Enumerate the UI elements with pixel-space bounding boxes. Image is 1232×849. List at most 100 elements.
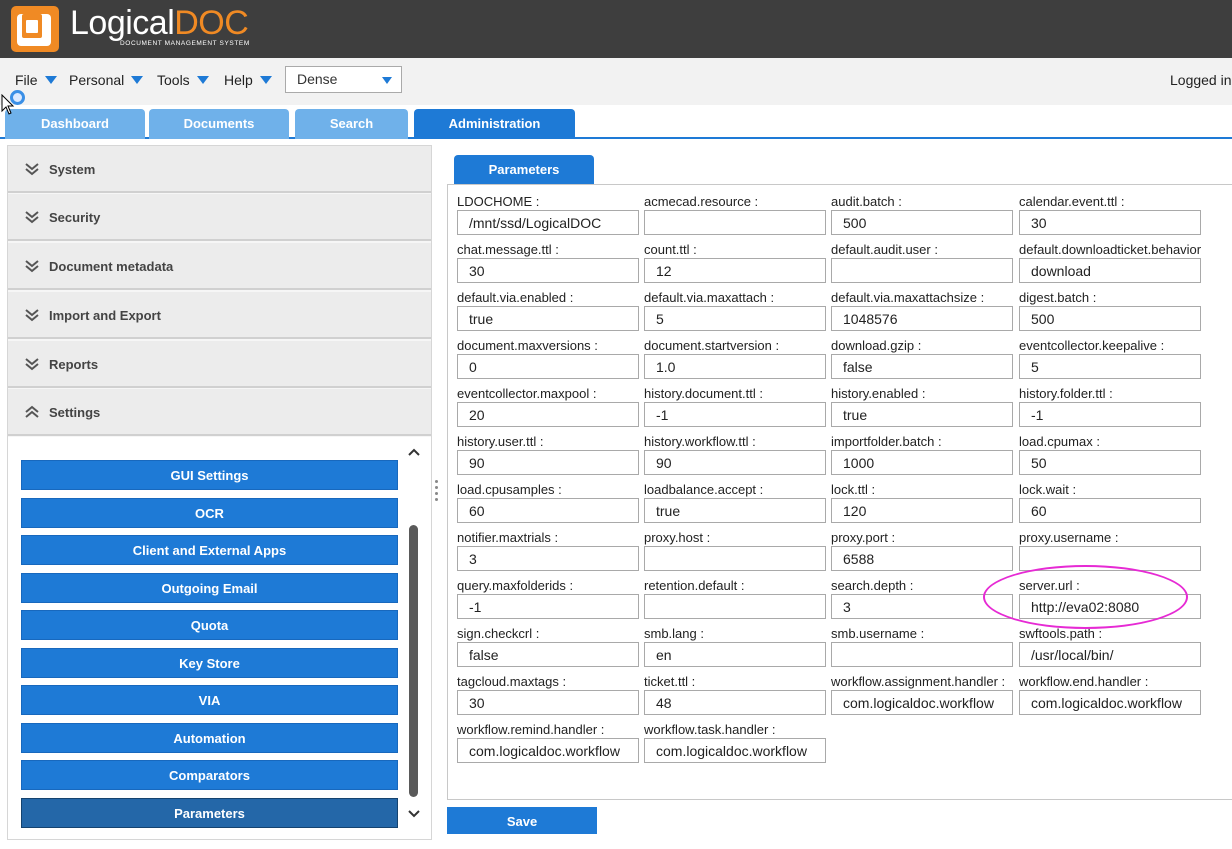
- param-label: proxy.host :: [644, 530, 711, 545]
- param-input[interactable]: [831, 258, 1013, 283]
- param-input[interactable]: 3: [831, 594, 1013, 619]
- section-reports[interactable]: Reports: [8, 341, 431, 388]
- param-input[interactable]: [1019, 546, 1201, 571]
- settings-item-client-external-apps[interactable]: Client and External Apps: [21, 535, 398, 565]
- param-field-acmecad-resource: acmecad.resource :: [644, 194, 826, 235]
- param-input[interactable]: [644, 594, 826, 619]
- settings-item-outgoing-email[interactable]: Outgoing Email: [21, 573, 398, 603]
- param-input[interactable]: [831, 642, 1013, 667]
- param-input[interactable]: com.logicaldoc.workflow: [831, 690, 1013, 715]
- param-input[interactable]: 6588: [831, 546, 1013, 571]
- param-input[interactable]: 90: [457, 450, 639, 475]
- param-input[interactable]: true: [831, 402, 1013, 427]
- scroll-up-icon[interactable]: [408, 447, 420, 457]
- menu-tools[interactable]: Tools: [157, 72, 209, 88]
- tab-documents[interactable]: Documents: [149, 109, 289, 139]
- param-input[interactable]: 60: [457, 498, 639, 523]
- param-field-swftools-path: swftools.path :/usr/local/bin/: [1019, 626, 1201, 667]
- param-label: audit.batch :: [831, 194, 902, 209]
- param-label: retention.default :: [644, 578, 745, 593]
- param-input[interactable]: [644, 210, 826, 235]
- settings-item-parameters[interactable]: Parameters: [21, 798, 398, 828]
- param-label: history.workflow.ttl :: [644, 434, 756, 449]
- param-input[interactable]: 48: [644, 690, 826, 715]
- param-input[interactable]: -1: [457, 594, 639, 619]
- settings-item-automation[interactable]: Automation: [21, 723, 398, 753]
- settings-item-via[interactable]: VIA: [21, 685, 398, 715]
- param-field-default-via-maxattachsize: default.via.maxattachsize :1048576: [831, 290, 1013, 331]
- tab-dashboard[interactable]: Dashboard: [5, 109, 145, 139]
- param-label: lock.ttl :: [831, 482, 876, 497]
- section-document-metadata[interactable]: Document metadata: [8, 243, 431, 290]
- chevron-down-icon: [44, 76, 57, 84]
- settings-item-comparators[interactable]: Comparators: [21, 760, 398, 790]
- settings-list: GUI Settings OCR Client and External App…: [8, 437, 431, 839]
- section-import-export[interactable]: Import and Export: [8, 292, 431, 339]
- menu-help[interactable]: Help: [224, 72, 272, 88]
- param-input[interactable]: 20: [457, 402, 639, 427]
- section-security[interactable]: Security: [8, 194, 431, 241]
- param-field-proxy-host: proxy.host :: [644, 530, 826, 571]
- param-input[interactable]: 60: [1019, 498, 1201, 523]
- save-button[interactable]: Save: [447, 807, 597, 834]
- settings-item-ocr[interactable]: OCR: [21, 498, 398, 528]
- param-field-digest-batch: digest.batch :500: [1019, 290, 1201, 331]
- settings-item-quota[interactable]: Quota: [21, 610, 398, 640]
- tab-search[interactable]: Search: [295, 109, 408, 139]
- param-input[interactable]: 3: [457, 546, 639, 571]
- param-field-eventcollector-maxpool: eventcollector.maxpool :20: [457, 386, 639, 427]
- param-input[interactable]: true: [457, 306, 639, 331]
- section-system[interactable]: System: [8, 146, 431, 193]
- settings-item-key-store[interactable]: Key Store: [21, 648, 398, 678]
- param-input[interactable]: 1.0: [644, 354, 826, 379]
- param-label: history.enabled :: [831, 386, 926, 401]
- param-input[interactable]: 12: [644, 258, 826, 283]
- param-label: workflow.assignment.handler :: [831, 674, 1006, 689]
- param-input[interactable]: 0: [457, 354, 639, 379]
- settings-scrollbar[interactable]: [406, 447, 422, 831]
- param-input[interactable]: -1: [1019, 402, 1201, 427]
- main-tabbar: Dashboard Documents Search Administratio…: [0, 105, 1232, 139]
- param-field-smb-username: smb.username :: [831, 626, 1013, 667]
- param-input[interactable]: 90: [644, 450, 826, 475]
- param-input[interactable]: 30: [457, 258, 639, 283]
- param-input[interactable]: en: [644, 642, 826, 667]
- param-label: proxy.username :: [1019, 530, 1119, 545]
- param-input[interactable]: -1: [644, 402, 826, 427]
- param-label: document.maxversions :: [457, 338, 598, 353]
- param-field-query-maxfolderids: query.maxfolderids : -1: [457, 578, 639, 619]
- param-input[interactable]: 120: [831, 498, 1013, 523]
- param-input[interactable]: com.logicaldoc.workflow: [1019, 690, 1201, 715]
- param-input[interactable]: download: [1019, 258, 1201, 283]
- param-input[interactable]: 30: [457, 690, 639, 715]
- param-input[interactable]: com.logicaldoc.workflow: [457, 738, 639, 763]
- param-input[interactable]: http://eva02:8080: [1019, 594, 1201, 619]
- param-field-proxy-username: proxy.username :: [1019, 530, 1201, 571]
- param-input[interactable]: 500: [1019, 306, 1201, 331]
- param-input[interactable]: 30: [1019, 210, 1201, 235]
- param-input[interactable]: [644, 546, 826, 571]
- tab-administration[interactable]: Administration: [414, 109, 575, 139]
- param-input[interactable]: 5: [644, 306, 826, 331]
- param-input[interactable]: com.logicaldoc.workflow: [644, 738, 826, 763]
- scroll-down-icon[interactable]: [408, 809, 420, 819]
- menu-personal[interactable]: Personal: [69, 72, 144, 88]
- scrollbar-thumb[interactable]: [409, 525, 418, 797]
- param-input[interactable]: false: [831, 354, 1013, 379]
- param-input[interactable]: false: [457, 642, 639, 667]
- param-input[interactable]: 5: [1019, 354, 1201, 379]
- param-input[interactable]: 500: [831, 210, 1013, 235]
- param-input[interactable]: 50: [1019, 450, 1201, 475]
- param-input[interactable]: /usr/local/bin/: [1019, 642, 1201, 667]
- param-input[interactable]: /mnt/ssd/LogicalDOC: [457, 210, 639, 235]
- param-input[interactable]: 1048576: [831, 306, 1013, 331]
- section-settings[interactable]: Settings: [8, 389, 431, 436]
- settings-item-gui-settings[interactable]: GUI Settings: [21, 460, 398, 490]
- admin-sidebar: System Security Document metadata Import…: [7, 145, 432, 840]
- panel-splitter-handle[interactable]: [435, 480, 439, 506]
- param-input[interactable]: true: [644, 498, 826, 523]
- density-select[interactable]: Dense: [285, 66, 402, 93]
- param-input[interactable]: 1000: [831, 450, 1013, 475]
- tab-parameters[interactable]: Parameters: [454, 155, 594, 185]
- menu-file[interactable]: File: [15, 72, 57, 88]
